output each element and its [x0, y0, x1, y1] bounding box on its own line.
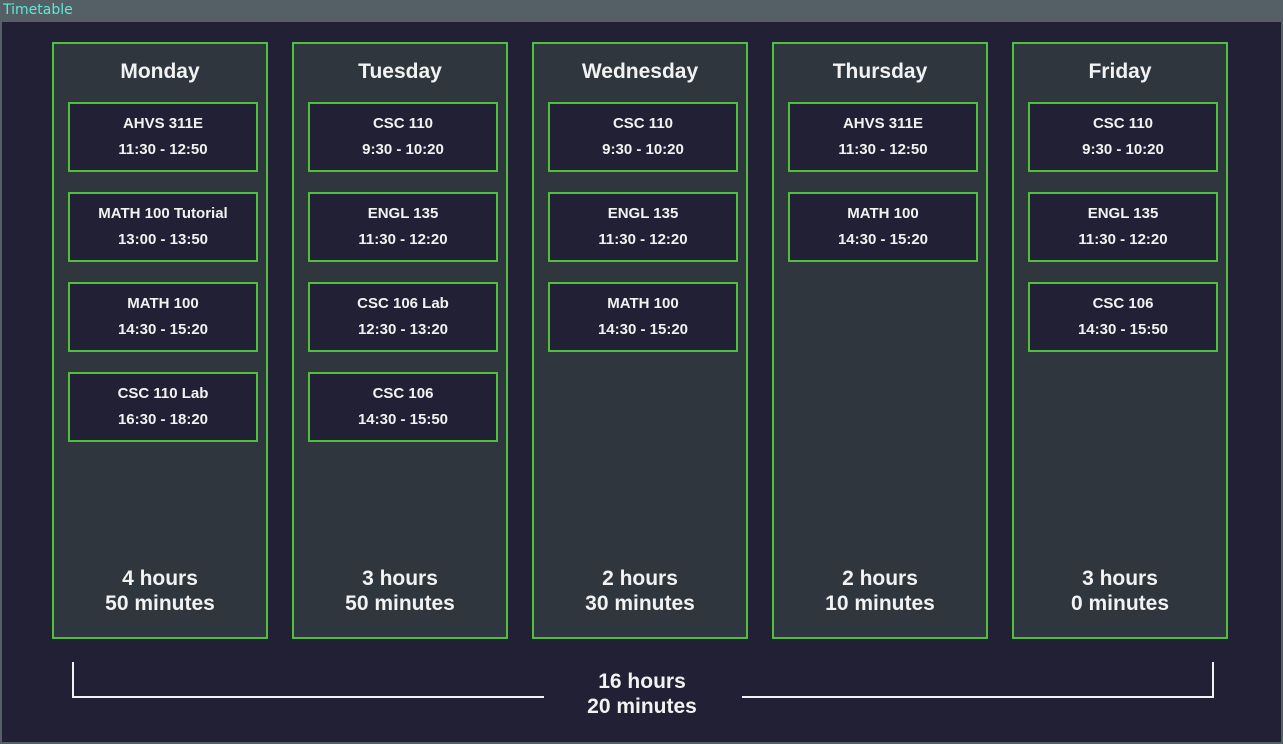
day-total-minutes: 50 minutes: [105, 592, 215, 615]
day-total: 3 hours 50 minutes: [294, 566, 506, 616]
course-block: ENGL 135 11:30 - 12:20: [548, 192, 738, 262]
course-block: ENGL 135 11:30 - 12:20: [1028, 192, 1218, 262]
course-time: 11:30 - 12:20: [1078, 231, 1168, 248]
day-column-friday: Friday CSC 110 9:30 - 10:20 ENGL 135 11:…: [1012, 42, 1228, 639]
course-name: CSC 106 Lab: [357, 295, 449, 312]
course-name: ENGL 135: [607, 205, 679, 222]
course-block: AHVS 311E 11:30 - 12:50: [788, 102, 978, 172]
course-time: 11:30 - 12:20: [598, 231, 688, 248]
course-block: AHVS 311E 11:30 - 12:50: [68, 102, 258, 172]
course-block: CSC 106 Lab 12:30 - 13:20: [308, 282, 498, 352]
window-titlebar: Timetable: [0, 0, 1283, 22]
course-block: CSC 106 14:30 - 15:50: [308, 372, 498, 442]
day-title: Thursday: [832, 60, 928, 83]
week-total-minutes: 20 minutes: [587, 695, 697, 718]
course-time: 13:00 - 13:50: [117, 231, 209, 248]
course-time: 9:30 - 10:20: [362, 141, 444, 158]
day-total-minutes: 50 minutes: [345, 592, 455, 615]
course-time: 11:30 - 12:20: [358, 231, 448, 248]
course-name: MATH 100: [607, 295, 679, 312]
week-bracket-left: [72, 662, 544, 698]
day-column-tuesday: Tuesday CSC 110 9:30 - 10:20 ENGL 135 11…: [292, 42, 508, 639]
week-bracket-right: [742, 662, 1214, 698]
day-total-hours: 4 hours: [122, 567, 198, 590]
course-time: 14:30 - 15:50: [1077, 321, 1169, 338]
course-block: MATH 100 14:30 - 15:20: [548, 282, 738, 352]
course-time: 12:30 - 13:20: [357, 321, 449, 338]
course-name: CSC 106: [372, 385, 434, 402]
course-name: AHVS 311E: [842, 115, 924, 132]
course-block: ENGL 135 11:30 - 12:20: [308, 192, 498, 262]
day-total-minutes: 30 minutes: [585, 592, 695, 615]
course-time: 11:30 - 12:50: [838, 141, 928, 158]
course-time: 16:30 - 18:20: [117, 411, 209, 428]
day-title: Monday: [120, 60, 200, 83]
course-name: AHVS 311E: [122, 115, 204, 132]
course-time: 14:30 - 15:20: [117, 321, 209, 338]
course-block: MATH 100 Tutorial 13:00 - 13:50: [68, 192, 258, 262]
course-time: 14:30 - 15:20: [597, 321, 689, 338]
course-block: CSC 106 14:30 - 15:50: [1028, 282, 1218, 352]
course-name: CSC 110: [372, 115, 434, 132]
course-name: ENGL 135: [1087, 205, 1159, 222]
day-column-monday: Monday AHVS 311E 11:30 - 12:50 MATH 100 …: [52, 42, 268, 639]
course-name: ENGL 135: [367, 205, 439, 222]
course-name: MATH 100: [127, 295, 199, 312]
day-total-hours: 2 hours: [842, 567, 918, 590]
course-name: CSC 110 Lab: [117, 385, 209, 402]
course-time: 11:30 - 12:50: [118, 141, 208, 158]
course-block: CSC 110 Lab 16:30 - 18:20: [68, 372, 258, 442]
day-title: Friday: [1088, 60, 1152, 83]
course-name: CSC 106: [1092, 295, 1154, 312]
course-block: CSC 110 9:30 - 10:20: [1028, 102, 1218, 172]
day-total-hours: 2 hours: [602, 567, 678, 590]
day-total: 4 hours 50 minutes: [54, 566, 266, 616]
timetable-canvas: Monday AHVS 311E 11:30 - 12:50 MATH 100 …: [2, 22, 1281, 742]
day-total: 3 hours 0 minutes: [1014, 566, 1226, 616]
course-time: 14:30 - 15:20: [837, 231, 929, 248]
day-column-wednesday: Wednesday CSC 110 9:30 - 10:20 ENGL 135 …: [532, 42, 748, 639]
window-title: Timetable: [3, 2, 73, 18]
day-total: 2 hours 30 minutes: [534, 566, 746, 616]
course-block: CSC 110 9:30 - 10:20: [308, 102, 498, 172]
course-time: 9:30 - 10:20: [602, 141, 684, 158]
day-total-minutes: 10 minutes: [825, 592, 935, 615]
day-column-thursday: Thursday AHVS 311E 11:30 - 12:50 MATH 10…: [772, 42, 988, 639]
course-name: MATH 100 Tutorial: [98, 205, 228, 222]
course-name: MATH 100: [847, 205, 919, 222]
course-time: 9:30 - 10:20: [1082, 141, 1164, 158]
day-total-minutes: 0 minutes: [1070, 592, 1170, 615]
week-total: 16 hours 20 minutes: [542, 669, 742, 719]
course-block: CSC 110 9:30 - 10:20: [548, 102, 738, 172]
day-total: 2 hours 10 minutes: [774, 566, 986, 616]
course-block: MATH 100 14:30 - 15:20: [68, 282, 258, 352]
course-name: CSC 110: [1092, 115, 1154, 132]
course-time: 14:30 - 15:50: [357, 411, 449, 428]
course-name: CSC 110: [612, 115, 674, 132]
course-block: MATH 100 14:30 - 15:20: [788, 192, 978, 262]
week-total-hours: 16 hours: [598, 670, 686, 693]
day-title: Wednesday: [581, 60, 699, 83]
day-title: Tuesday: [358, 60, 442, 83]
day-total-hours: 3 hours: [362, 567, 438, 590]
day-total-hours: 3 hours: [1082, 567, 1158, 590]
